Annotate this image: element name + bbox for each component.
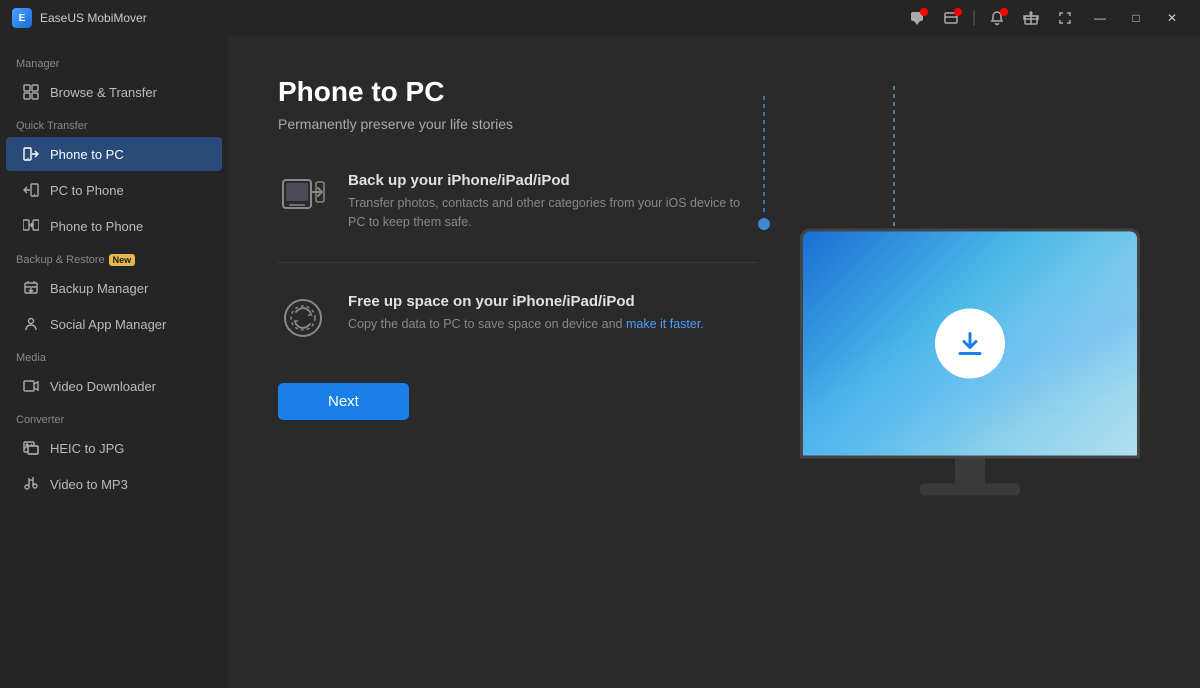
close-button[interactable]: ✕ — [1156, 4, 1188, 32]
video-downloader-label: Video Downloader — [50, 379, 156, 394]
sidebar-item-pc-to-phone[interactable]: PC to Phone — [6, 173, 222, 207]
feature-freespace-title: Free up space on your iPhone/iPad/iPod — [348, 293, 704, 310]
badge-1 — [920, 8, 928, 16]
sidebar-item-video-downloader[interactable]: Video Downloader — [6, 369, 222, 403]
sidebar-item-browse-transfer[interactable]: Browse & Transfer — [6, 75, 222, 109]
title-bar-left: E EaseUS MobiMover — [12, 8, 147, 28]
phone-to-pc-label: Phone to PC — [50, 147, 124, 162]
backup-manager-label: Backup Manager — [50, 281, 148, 296]
section-converter: Converter — [0, 404, 228, 430]
monitor-stand-base — [920, 484, 1020, 496]
badge-2 — [954, 8, 962, 16]
audio-convert-icon — [22, 475, 40, 493]
sidebar-item-heic-to-jpg[interactable]: HEIC to JPG — [6, 431, 222, 465]
gift-icon[interactable] — [1016, 6, 1046, 30]
section-manager: Manager — [0, 48, 228, 74]
social-app-manager-label: Social App Manager — [50, 317, 166, 332]
next-button[interactable]: Next — [278, 383, 409, 420]
bell-icon[interactable] — [982, 6, 1012, 30]
section-quick-transfer: Quick Transfer — [0, 110, 228, 136]
main-layout: Manager Browse & Transfer Quick Transfer… — [0, 36, 1200, 688]
pc-to-phone-label: PC to Phone — [50, 183, 124, 198]
content-area: Phone to PC Permanently preserve your li… — [228, 36, 1200, 688]
sidebar-item-backup-manager[interactable]: Backup Manager — [6, 271, 222, 305]
sidebar-item-video-to-mp3[interactable]: Video to MP3 — [6, 467, 222, 501]
feature-backup-desc: Transfer photos, contacts and other cate… — [348, 194, 758, 232]
image-convert-icon — [22, 439, 40, 457]
sidebar-item-social-app-manager[interactable]: Social App Manager — [6, 307, 222, 341]
phone-to-phone-label: Phone to Phone — [50, 219, 143, 234]
highlight-text: make it faster. — [626, 317, 704, 331]
title-bar-controls: | — □ ✕ — [902, 4, 1188, 32]
phone-to-phone-icon — [22, 217, 40, 235]
backup-icon — [22, 279, 40, 297]
feature-freespace-desc: Copy the data to PC to save space on dev… — [348, 315, 704, 334]
feature-freespace: Free up space on your iPhone/iPad/iPod C… — [278, 293, 758, 343]
minimize-button[interactable]: — — [1084, 4, 1116, 32]
feature-backup-text: Back up your iPhone/iPad/iPod Transfer p… — [348, 172, 758, 232]
monitor-screen — [803, 232, 1137, 456]
badge-3 — [1000, 8, 1008, 16]
feature-backup-title: Back up your iPhone/iPad/iPod — [348, 172, 758, 189]
app-title: EaseUS MobiMover — [40, 11, 147, 25]
grid-icon — [22, 83, 40, 101]
maximize-button[interactable]: □ — [1120, 4, 1152, 32]
sidebar-item-phone-to-phone[interactable]: Phone to Phone — [6, 209, 222, 243]
section-media: Media — [0, 342, 228, 368]
monitor-stand-neck — [955, 459, 985, 484]
pc-to-phone-icon — [22, 181, 40, 199]
phone-to-pc-icon — [22, 145, 40, 163]
browse-transfer-label: Browse & Transfer — [50, 85, 157, 100]
app-logo: E — [12, 8, 32, 28]
heic-to-jpg-label: HEIC to JPG — [50, 441, 124, 456]
section-backup-restore: Backup & Restore New — [0, 244, 228, 270]
decoration-lightning-1 — [758, 96, 770, 241]
expand-icon[interactable] — [1050, 6, 1080, 30]
sidebar: Manager Browse & Transfer Quick Transfer… — [0, 36, 228, 688]
feature-backup: Back up your iPhone/iPad/iPod Transfer p… — [278, 172, 758, 232]
title-bar: E EaseUS MobiMover | — □ ✕ — [0, 0, 1200, 36]
video-icon — [22, 377, 40, 395]
download-icon — [935, 309, 1005, 379]
feature-divider — [278, 262, 758, 263]
features-list: Back up your iPhone/iPad/iPod Transfer p… — [278, 172, 758, 343]
pc-illustration — [800, 229, 1140, 496]
video-to-mp3-label: Video to MP3 — [50, 477, 128, 492]
notification-icon-2[interactable] — [936, 6, 966, 30]
social-icon — [22, 315, 40, 333]
sidebar-item-phone-to-pc[interactable]: Phone to PC — [6, 137, 222, 171]
monitor — [800, 229, 1140, 459]
page-title: Phone to PC — [278, 76, 1150, 108]
page-subtitle: Permanently preserve your life stories — [278, 116, 1150, 132]
notification-icon-1[interactable] — [902, 6, 932, 30]
feature-freespace-icon — [278, 293, 328, 343]
feature-backup-icon — [278, 172, 328, 222]
feature-freespace-text: Free up space on your iPhone/iPad/iPod C… — [348, 293, 704, 334]
new-badge: New — [109, 254, 136, 266]
